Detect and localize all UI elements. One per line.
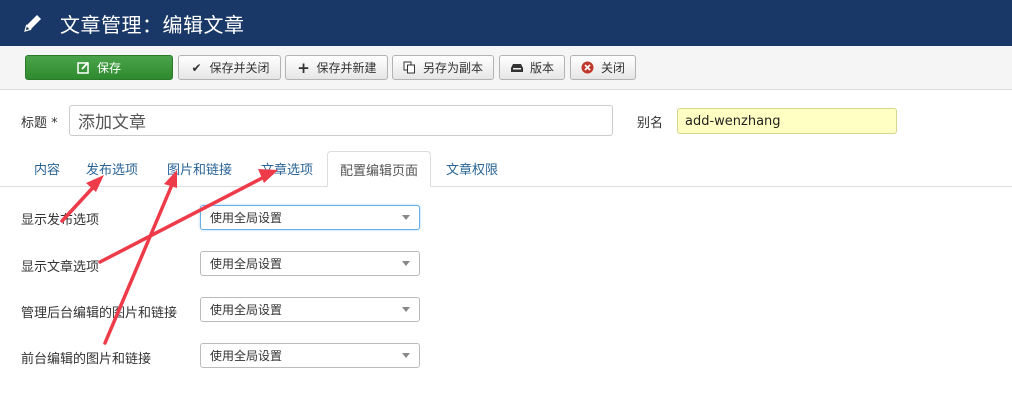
tab-publishing-options[interactable]: 发布选项 <box>86 159 138 178</box>
page-header: 文章管理：编辑文章 <box>0 0 1012 46</box>
edit-icon <box>77 61 91 75</box>
select-value: 使用全局设置 <box>210 211 283 225</box>
toolbar: 保存 ✔ 保存并关闭 + 保存并新建 另存为副本 版本 关闭 <box>0 46 1012 90</box>
check-icon: ✔ <box>191 60 202 75</box>
tabs-divider <box>0 186 1012 187</box>
caret-down-icon <box>402 353 410 358</box>
save-close-button[interactable]: ✔ 保存并关闭 <box>178 55 281 80</box>
select-value: 使用全局设置 <box>210 303 283 317</box>
save-copy-button[interactable]: 另存为副本 <box>392 55 494 80</box>
save-close-label: 保存并关闭 <box>209 61 270 75</box>
caret-down-icon <box>402 307 410 312</box>
pencil-icon <box>22 11 46 35</box>
select-value: 使用全局设置 <box>210 257 283 271</box>
close-button[interactable]: 关闭 <box>570 55 636 80</box>
close-label: 关闭 <box>600 61 625 75</box>
show-publishing-select[interactable]: 使用全局设置 <box>200 205 420 230</box>
tab-article-options[interactable]: 文章选项 <box>261 159 313 178</box>
caret-down-icon <box>402 215 410 220</box>
frontend-images-links-select[interactable]: 使用全局设置 <box>200 343 420 368</box>
field-label-admin-images-links: 管理后台编辑的图片和链接 <box>21 306 178 321</box>
save-copy-label: 另存为副本 <box>422 61 483 75</box>
alias-input[interactable]: add-wenzhang <box>677 108 897 134</box>
select-value: 使用全局设置 <box>210 349 283 363</box>
plus-icon: + <box>297 58 310 77</box>
save-button[interactable]: 保存 <box>25 55 173 80</box>
show-article-options-select[interactable]: 使用全局设置 <box>200 251 420 276</box>
tab-configure-edit-screen[interactable]: 配置编辑页面 <box>327 151 431 187</box>
field-label-show-article-options: 显示文章选项 <box>21 260 100 275</box>
save-label: 保存 <box>96 61 121 75</box>
versions-label: 版本 <box>529 61 554 75</box>
close-circle-icon <box>581 61 595 75</box>
tab-content[interactable]: 内容 <box>34 159 60 178</box>
caret-down-icon <box>402 261 410 266</box>
copy-icon <box>403 61 417 75</box>
page-title: 文章管理：编辑文章 <box>60 12 245 37</box>
alias-label: 别名 <box>637 116 664 131</box>
admin-images-links-select[interactable]: 使用全局设置 <box>200 297 420 322</box>
field-label-show-publishing: 显示发布选项 <box>21 213 100 228</box>
versions-button[interactable]: 版本 <box>499 55 565 80</box>
archive-icon <box>510 61 524 75</box>
title-label: 标题 * <box>21 116 58 131</box>
save-new-label: 保存并新建 <box>316 61 377 75</box>
tab-permissions[interactable]: 文章权限 <box>446 159 498 178</box>
title-input[interactable]: 添加文章 <box>69 105 613 136</box>
save-new-button[interactable]: + 保存并新建 <box>285 55 388 80</box>
field-label-frontend-images-links: 前台编辑的图片和链接 <box>21 352 152 367</box>
tab-images-links[interactable]: 图片和链接 <box>167 159 232 178</box>
